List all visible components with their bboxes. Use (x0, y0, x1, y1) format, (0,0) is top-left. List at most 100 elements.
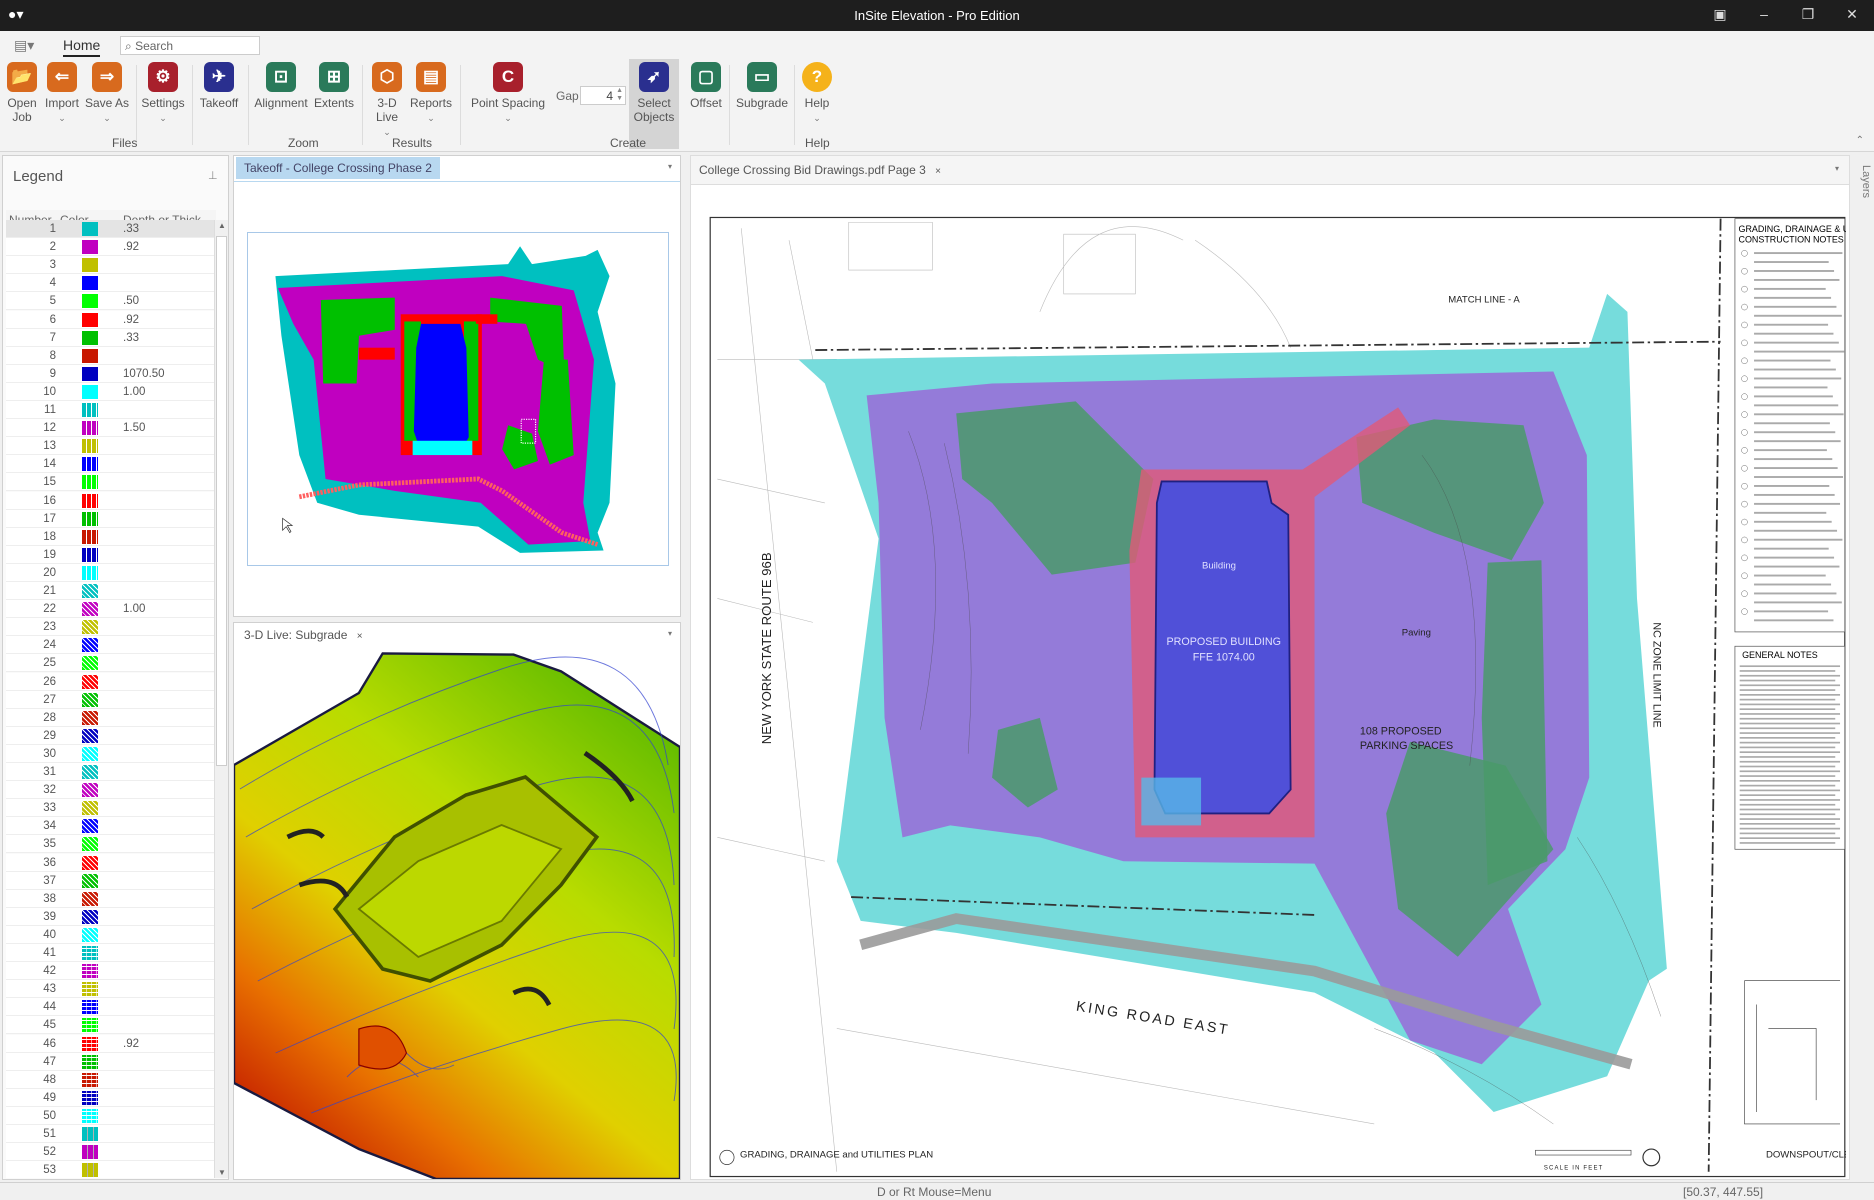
color-swatch[interactable] (82, 964, 98, 979)
legend-row[interactable]: 29 (6, 726, 214, 745)
color-swatch[interactable] (82, 1018, 98, 1033)
restore-button[interactable]: ❐ (1798, 6, 1818, 23)
color-swatch[interactable] (82, 674, 98, 689)
close-tab-icon[interactable]: × (935, 166, 941, 177)
legend-row[interactable]: 48 (6, 1070, 214, 1089)
reports-button[interactable]: ▤ Reports ⌄ (403, 62, 459, 125)
color-swatch[interactable] (82, 403, 98, 417)
color-swatch[interactable] (82, 312, 98, 327)
legend-row[interactable]: 42 (6, 962, 214, 981)
legend-row[interactable]: 35 (6, 835, 214, 854)
legend-row[interactable]: 37 (6, 871, 214, 890)
legend-scrollbar[interactable]: ▲ ▼ (214, 220, 228, 1178)
legend-row[interactable]: 15 (6, 473, 214, 492)
color-swatch[interactable] (82, 982, 98, 997)
takeoff-plan-view[interactable] (247, 232, 669, 566)
tab-home[interactable]: Home (63, 37, 101, 57)
legend-row[interactable]: 51 (6, 1125, 214, 1143)
legend-row[interactable]: 30 (6, 744, 214, 763)
legend-row[interactable]: 33 (6, 799, 214, 818)
legend-row[interactable]: 47 (6, 1052, 214, 1071)
quick-access-icon[interactable]: ▤▾ (14, 37, 34, 54)
color-swatch[interactable] (82, 366, 98, 381)
close-button[interactable]: ✕ (1842, 6, 1862, 23)
settings-button[interactable]: ⚙ Settings ⌄ (135, 62, 191, 125)
scrollbar-thumb[interactable] (216, 236, 227, 766)
color-swatch[interactable] (82, 1072, 98, 1087)
legend-row[interactable]: 20 (6, 563, 214, 582)
help-button[interactable]: ? Help ⌄ (789, 62, 845, 125)
legend-row[interactable]: 23 (6, 618, 214, 637)
tab-pdf[interactable]: College Crossing Bid Drawings.pdf Page 3… (691, 159, 949, 181)
color-swatch[interactable] (82, 1108, 98, 1123)
legend-row[interactable]: 32 (6, 781, 214, 800)
color-swatch[interactable] (82, 493, 98, 508)
point-spacing-button[interactable]: C Point Spacing ⌄ (470, 62, 546, 125)
offset-button[interactable]: ▢ Offset (678, 62, 734, 110)
legend-row[interactable]: 36 (6, 853, 214, 872)
legend-row[interactable]: 12 1.50 (6, 419, 214, 438)
legend-row[interactable]: 34 (6, 817, 214, 836)
color-swatch[interactable] (82, 240, 98, 255)
legend-row[interactable]: 4 (6, 274, 214, 293)
extents-button[interactable]: ⊞ Extents (306, 62, 362, 110)
color-swatch[interactable] (82, 330, 98, 345)
color-swatch[interactable] (82, 276, 98, 291)
row-depth[interactable]: .33 (123, 223, 139, 235)
gap-stepper[interactable]: 4 ▲ ▼ (580, 86, 626, 105)
color-swatch[interactable] (82, 638, 98, 653)
legend-row[interactable]: 41 (6, 944, 214, 962)
legend-row[interactable]: 28 (6, 708, 214, 727)
legend-row[interactable]: 16 (6, 491, 214, 510)
pane-menu-icon[interactable]: ▾ (668, 629, 672, 638)
legend-row[interactable]: 53 (6, 1161, 214, 1178)
color-swatch[interactable] (82, 801, 98, 816)
legend-row[interactable]: 1.33 (6, 220, 214, 238)
color-swatch[interactable] (82, 946, 98, 960)
color-swatch[interactable] (82, 783, 98, 798)
color-swatch[interactable] (82, 439, 98, 454)
color-swatch[interactable] (82, 584, 98, 598)
legend-row[interactable]: 9 1070.50 (6, 364, 214, 383)
color-swatch[interactable] (82, 457, 98, 472)
save-as-button[interactable]: ⇒ Save As ⌄ (79, 62, 135, 125)
row-depth[interactable]: 1.00 (123, 603, 145, 615)
color-swatch[interactable] (82, 1127, 98, 1141)
legend-row[interactable]: 27 (6, 690, 214, 709)
color-swatch[interactable] (82, 222, 98, 236)
collapse-ribbon-icon[interactable]: ⌃ (1856, 135, 1864, 146)
row-depth[interactable]: 1.50 (123, 422, 145, 434)
legend-row[interactable]: 7.33 (6, 328, 214, 347)
legend-row[interactable]: 19 (6, 545, 214, 564)
legend-row[interactable]: 25 (6, 654, 214, 673)
legend-row[interactable]: 49 (6, 1088, 214, 1107)
search-input[interactable]: ⌕ Search (120, 36, 260, 55)
legend-row[interactable]: 26 (6, 672, 214, 691)
color-swatch[interactable] (82, 710, 98, 725)
color-swatch[interactable] (82, 565, 98, 580)
legend-row[interactable]: 39 (6, 907, 214, 926)
row-depth[interactable]: .92 (123, 241, 139, 253)
color-swatch[interactable] (82, 728, 98, 743)
color-swatch[interactable] (82, 620, 98, 635)
color-swatch[interactable] (82, 909, 98, 924)
row-depth[interactable]: .92 (123, 1038, 139, 1050)
3d-surface-view[interactable] (234, 651, 680, 1179)
color-swatch[interactable] (82, 602, 98, 617)
color-swatch[interactable] (82, 348, 98, 363)
legend-row[interactable]: 31 (6, 763, 214, 781)
row-depth[interactable]: 1070.50 (123, 368, 165, 380)
minimize-button[interactable]: – (1754, 6, 1774, 22)
pane-menu-icon[interactable]: ▾ (668, 162, 672, 171)
legend-row[interactable]: 46.92 (6, 1034, 214, 1053)
color-swatch[interactable] (82, 765, 98, 779)
color-swatch[interactable] (82, 1036, 98, 1051)
legend-row[interactable]: 13 (6, 437, 214, 456)
tab-3d-live[interactable]: 3-D Live: Subgrade × (236, 624, 371, 646)
legend-row[interactable]: 5.50 (6, 292, 214, 311)
legend-row[interactable]: 18 (6, 527, 214, 546)
legend-row[interactable]: 17 (6, 509, 214, 528)
close-tab-icon[interactable]: × (357, 631, 363, 642)
color-swatch[interactable] (82, 1000, 98, 1015)
row-depth[interactable]: .50 (123, 295, 139, 307)
